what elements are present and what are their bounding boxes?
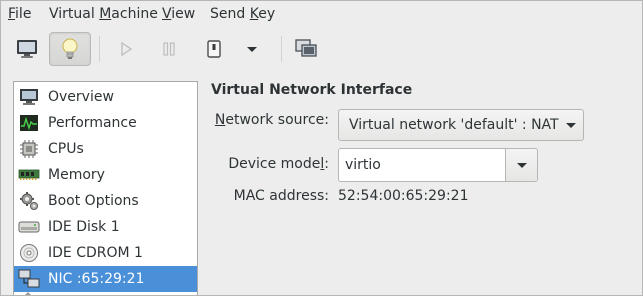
details-lightbulb-icon bbox=[62, 38, 78, 59]
network-source-label-text: etwork source: bbox=[225, 112, 329, 128]
cdrom-icon bbox=[18, 242, 40, 264]
device-model-label-post: : bbox=[324, 156, 329, 172]
sidebar-item-label: IDE Disk 1 bbox=[48, 219, 120, 235]
menubar: File Virtual Machine View Send Key bbox=[1, 1, 642, 27]
network-icon bbox=[18, 268, 40, 290]
menu-vm-mnemonic: M bbox=[99, 6, 112, 22]
menu-view[interactable]: View bbox=[162, 5, 195, 23]
run-button[interactable] bbox=[111, 32, 141, 66]
toolbar-separator bbox=[99, 36, 100, 62]
fullscreen-icon bbox=[295, 39, 317, 57]
network-source-label: Network source: bbox=[215, 112, 329, 128]
pause-button[interactable] bbox=[154, 32, 184, 66]
sidebar-item-overview[interactable]: Overview bbox=[14, 84, 197, 110]
performance-graph-icon bbox=[18, 112, 40, 134]
toolbar bbox=[1, 28, 642, 72]
sidebar-item-label: NIC :65:29:21 bbox=[48, 271, 145, 287]
sidebar-item-label: Memory bbox=[48, 167, 105, 183]
hardware-list: Overview Performance CPUs Memory Boot Op… bbox=[13, 81, 198, 295]
virtual-machine-window: File Virtual Machine View Send Key Overv… bbox=[0, 0, 643, 296]
menu-virtual-machine[interactable]: Virtual Machine bbox=[49, 5, 158, 23]
sidebar-item-label: Boot Options bbox=[48, 193, 139, 209]
chevron-down-icon bbox=[516, 162, 527, 168]
memory-module-icon bbox=[18, 164, 40, 186]
menu-vm-label-rest: achine bbox=[111, 6, 158, 22]
network-source-value: Virtual network 'default' : NAT bbox=[349, 117, 559, 133]
mac-address-value: 52:54:00:65:29:21 bbox=[338, 188, 469, 204]
network-source-dropdown[interactable]: Virtual network 'default' : NAT bbox=[338, 109, 584, 141]
menu-send-key-rest: ey bbox=[258, 6, 276, 22]
device-model-input[interactable]: virtio bbox=[339, 149, 505, 181]
toolbar-separator bbox=[281, 36, 282, 62]
mac-address-label: MAC address: bbox=[233, 188, 329, 204]
device-model-combo[interactable]: virtio bbox=[338, 148, 538, 182]
sidebar-item-memory[interactable]: Memory bbox=[14, 162, 197, 188]
menu-view-mnemonic: V bbox=[162, 6, 172, 22]
menu-vm-label-pre: Virtual bbox=[49, 6, 100, 22]
menu-file-mnemonic: F bbox=[8, 6, 16, 22]
shutdown-button[interactable] bbox=[199, 32, 229, 66]
sidebar-item-label: CPUs bbox=[48, 141, 84, 157]
sidebar-item-cpus[interactable]: CPUs bbox=[14, 136, 197, 162]
sidebar-item-nic[interactable]: NIC :65:29:21 bbox=[14, 266, 197, 292]
menu-file[interactable]: File bbox=[8, 5, 31, 23]
menu-send-key[interactable]: Send Key bbox=[210, 5, 275, 23]
pause-icon bbox=[163, 42, 175, 56]
hard-disk-icon bbox=[18, 216, 40, 238]
console-button[interactable] bbox=[8, 32, 46, 66]
shutdown-icon bbox=[207, 40, 221, 58]
sidebar-item-label: IDE CDROM 1 bbox=[48, 245, 143, 261]
menu-file-label: ile bbox=[15, 6, 32, 22]
device-model-label-pre: Device mode bbox=[228, 156, 321, 172]
menu-send-key-pre: Send bbox=[210, 6, 250, 22]
fullscreen-button[interactable] bbox=[289, 32, 323, 66]
chevron-down-icon bbox=[559, 122, 583, 128]
boot-gear-icon bbox=[18, 190, 40, 212]
sidebar-item-label: Performance bbox=[48, 115, 137, 131]
menu-send-key-mnemonic: K bbox=[249, 6, 259, 22]
device-model-label: Device model: bbox=[228, 156, 329, 172]
sidebar-item-boot-options[interactable]: Boot Options bbox=[14, 188, 197, 214]
run-icon bbox=[121, 41, 133, 57]
cpu-chip-icon bbox=[18, 138, 40, 160]
details-button[interactable] bbox=[49, 32, 91, 66]
sidebar-item-performance[interactable]: Performance bbox=[14, 110, 197, 136]
sidebar-item-ide-cdrom-1[interactable]: IDE CDROM 1 bbox=[14, 240, 197, 266]
section-title: Virtual Network Interface bbox=[211, 82, 413, 98]
scroll-arrow-icon bbox=[24, 292, 32, 295]
monitor-icon bbox=[18, 86, 40, 108]
shutdown-menu-icon bbox=[247, 46, 257, 52]
shutdown-menu-button[interactable] bbox=[239, 32, 265, 66]
sidebar-item-ide-disk-1[interactable]: IDE Disk 1 bbox=[14, 214, 197, 240]
menu-view-label: iew bbox=[171, 6, 196, 22]
network-source-mnemonic: N bbox=[214, 112, 226, 128]
sidebar-item-label: Overview bbox=[48, 89, 114, 105]
device-model-dropdown-button[interactable] bbox=[505, 149, 537, 181]
console-icon bbox=[17, 40, 37, 58]
